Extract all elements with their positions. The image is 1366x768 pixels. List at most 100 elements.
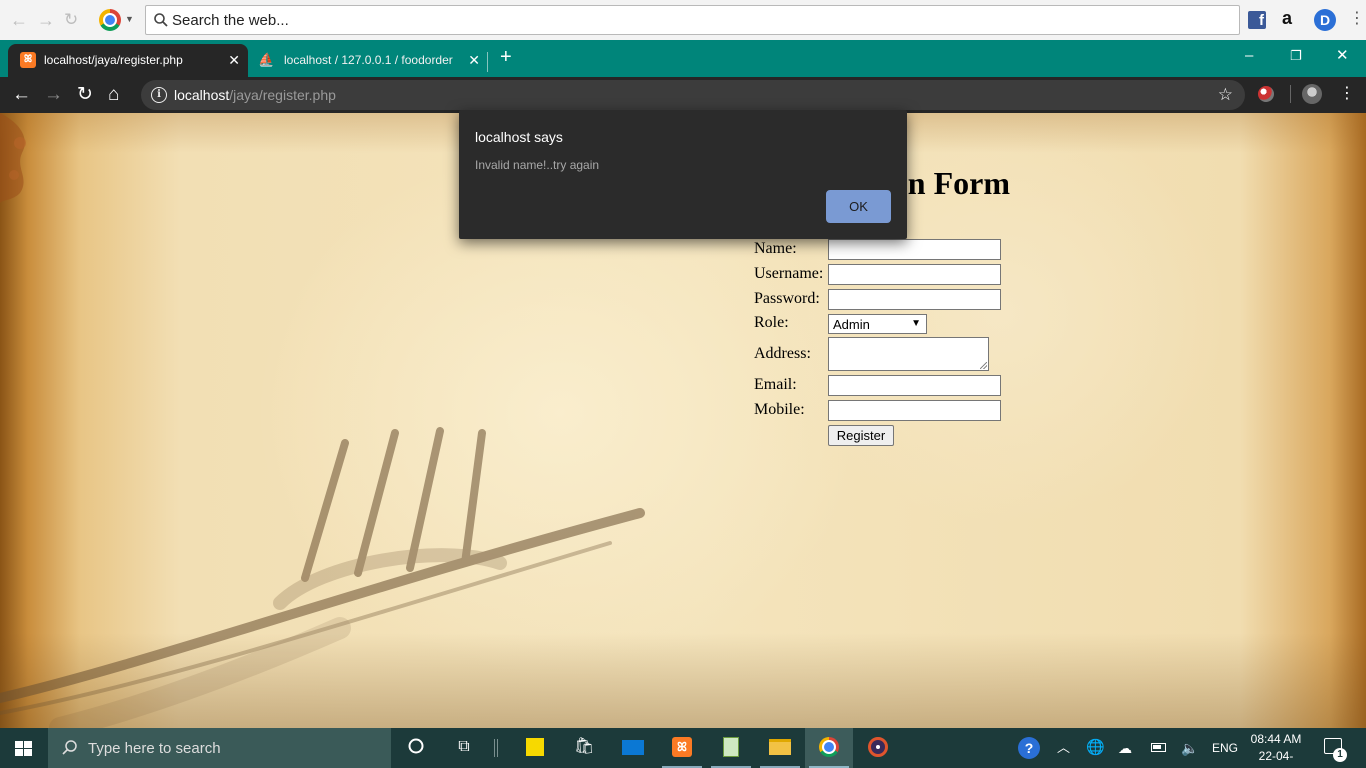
file-explorer-icon — [769, 737, 791, 757]
profile-avatar[interactable] — [1302, 84, 1322, 104]
taskbar-app-sticky-notes[interactable] — [511, 728, 559, 768]
help-icon[interactable]: ? — [1018, 728, 1040, 768]
tab-divider — [487, 52, 488, 72]
toolbar-reload-icon[interactable]: ↻ — [64, 8, 78, 32]
chrome-icon — [819, 737, 839, 757]
reload-icon[interactable]: ↻ — [77, 83, 93, 107]
new-tab-button[interactable]: + — [500, 47, 512, 67]
notepad-icon — [721, 737, 741, 757]
info-icon[interactable]: i — [151, 87, 167, 103]
alert-dialog: localhost says Invalid name!..try again … — [459, 110, 907, 239]
role-label: Role: — [754, 314, 789, 331]
chrome-logo-icon[interactable] — [99, 9, 121, 31]
kebab-menu-icon[interactable]: ⋮ — [1349, 9, 1365, 29]
role-selected-value: Admin — [833, 317, 870, 332]
dialog-title: localhost says — [475, 129, 563, 145]
taskbar-divider — [494, 739, 498, 757]
phpmyadmin-icon: ⛵ — [258, 52, 275, 67]
taskbar-search-box[interactable]: Type here to search — [48, 728, 391, 768]
cortana-icon — [406, 737, 426, 757]
omnibox[interactable]: i localhost/jaya/register.php ☆ — [141, 80, 1245, 110]
language-indicator[interactable]: ENG — [1212, 728, 1238, 768]
taskbar-app-media-player[interactable] — [854, 728, 902, 768]
username-label: Username: — [754, 265, 824, 282]
sticky-notes-icon — [525, 737, 545, 757]
network-icon[interactable]: 🌐 — [1086, 728, 1105, 768]
password-field[interactable] — [828, 289, 1001, 310]
taskbar-app-xampp[interactable]: ꕤ — [658, 728, 706, 768]
mobile-field[interactable] — [828, 400, 1001, 421]
tab-register[interactable]: ꕤ localhost/jaya/register.php ✕ — [8, 44, 248, 77]
toolbar-divider — [1290, 85, 1291, 103]
amazon-icon[interactable]: a — [1282, 8, 1292, 29]
extension-ball-icon[interactable] — [1258, 86, 1274, 102]
role-select[interactable]: Admin ▼ — [828, 314, 927, 334]
email-field[interactable] — [828, 375, 1001, 396]
fork-illustration — [0, 427, 645, 728]
taskbar-app-store[interactable]: 🛍 — [560, 728, 608, 768]
task-view-button[interactable]: ⧉ — [440, 728, 488, 768]
url-host: localhost — [174, 87, 230, 103]
address-textarea[interactable] — [828, 337, 989, 371]
toolbar-back-icon[interactable]: ← — [10, 8, 28, 32]
taskbar-app-chrome[interactable] — [805, 728, 853, 768]
close-icon[interactable]: ✕ — [468, 50, 480, 70]
corner-ornament — [0, 113, 26, 203]
tab-strip: ꕤ localhost/jaya/register.php ✕ ⛵ localh… — [0, 40, 1366, 77]
taskbar-app-mail[interactable] — [609, 728, 657, 768]
search-toolbar: ← → ↻ ▼ f a D ⋮ — [0, 0, 1366, 40]
web-search-box[interactable] — [145, 5, 1240, 35]
tab-title: localhost / 127.0.0.1 / foodorder — [284, 53, 453, 67]
resize-grip-icon[interactable] — [980, 362, 987, 369]
close-icon[interactable]: ✕ — [228, 50, 240, 70]
toolbar-forward-icon[interactable]: → — [37, 8, 55, 32]
email-label: Email: — [754, 376, 797, 393]
back-icon[interactable]: ← — [12, 83, 31, 107]
restore-button[interactable]: ❐ — [1290, 46, 1302, 66]
facebook-icon[interactable]: f — [1248, 11, 1266, 29]
url-path: /jaya/register.php — [229, 87, 336, 103]
name-label: Name: — [754, 240, 797, 257]
windows-start-icon[interactable] — [15, 741, 32, 756]
forward-icon[interactable]: → — [44, 83, 63, 107]
xampp-icon: ꕤ — [672, 737, 692, 757]
name-field[interactable] — [828, 239, 1001, 260]
register-button[interactable]: Register — [828, 425, 894, 446]
password-label: Password: — [754, 290, 820, 307]
taskbar-app-file-explorer[interactable] — [756, 728, 804, 768]
address-label: Address: — [754, 345, 811, 362]
volume-icon[interactable]: 🔈 — [1181, 728, 1198, 768]
ok-button[interactable]: OK — [826, 190, 891, 223]
taskbar-app-notepad[interactable] — [707, 728, 755, 768]
home-icon[interactable]: ⌂ — [108, 83, 119, 107]
dropdown-arrow-icon: ▼ — [911, 318, 921, 329]
taskbar-search-placeholder: Type here to search — [88, 740, 221, 757]
chrome-menu-icon[interactable]: ⋮ — [1339, 83, 1355, 105]
clock-date: 22-04-2020 — [1258, 749, 1294, 768]
address-toolbar: ← → ↻ ⌂ i localhost/jaya/register.php ☆ — [0, 77, 1366, 113]
mobile-label: Mobile: — [754, 401, 805, 418]
tab-title: localhost/jaya/register.php — [44, 53, 183, 67]
clock[interactable]: 08:44 AM 22-04-2020 — [1246, 731, 1306, 768]
username-field[interactable] — [828, 264, 1001, 285]
search-icon — [154, 13, 168, 27]
onedrive-icon[interactable]: ☁ — [1118, 728, 1132, 768]
chevron-up-icon[interactable]: ︿ — [1057, 728, 1070, 768]
media-player-icon — [868, 737, 888, 757]
mail-icon — [622, 737, 644, 757]
search-icon — [62, 740, 77, 755]
web-search-input[interactable] — [172, 10, 1222, 31]
chevron-down-icon[interactable]: ▼ — [125, 14, 134, 24]
taskbar: Type here to search ⧉ 🛍 ꕤ ? ︿ 🌐 ☁ 🔈 ENG … — [0, 728, 1366, 768]
bookmark-star-icon[interactable]: ☆ — [1218, 85, 1233, 105]
url-text[interactable]: localhost/jaya/register.php — [174, 87, 336, 103]
minimize-button[interactable]: – — [1245, 46, 1253, 66]
store-icon: 🛍 — [574, 738, 595, 755]
cortana-button[interactable] — [392, 728, 440, 768]
battery-icon[interactable] — [1151, 728, 1166, 768]
window-close-button[interactable]: ✕ — [1336, 46, 1349, 66]
notification-count-badge: 1 — [1333, 748, 1347, 762]
task-view-icon: ⧉ — [458, 738, 470, 755]
tab-phpmyadmin[interactable]: ⛵ localhost / 127.0.0.1 / foodorder ✕ — [248, 44, 488, 77]
d-extension-icon[interactable]: D — [1314, 9, 1336, 31]
